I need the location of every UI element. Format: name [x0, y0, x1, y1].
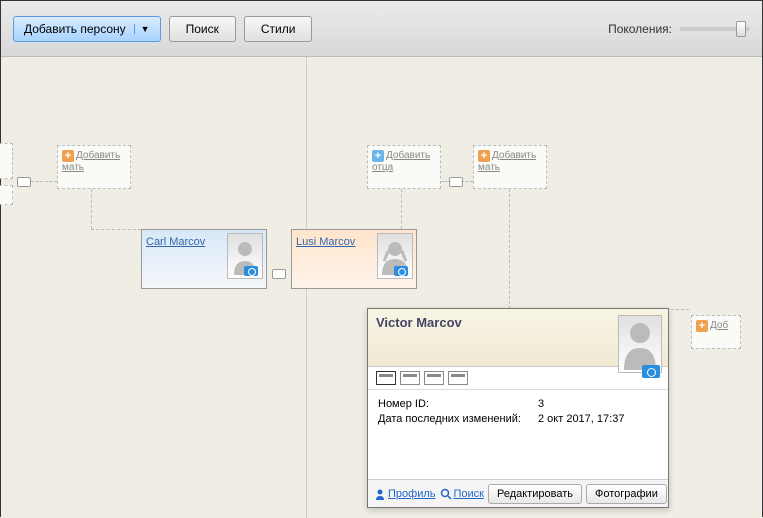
- connector: [31, 181, 57, 182]
- popup-person-name: Victor Marcov: [376, 315, 462, 330]
- person-name-link[interactable]: Lusi Marcov: [296, 236, 355, 248]
- styles-button[interactable]: Стили: [244, 16, 313, 42]
- join-node: [449, 177, 463, 187]
- connector: [461, 181, 473, 182]
- plus-icon: +: [62, 150, 74, 162]
- slider-thumb[interactable]: [736, 21, 746, 37]
- connector: [91, 189, 92, 229]
- connector: [401, 189, 402, 229]
- photos-button[interactable]: Фотографии: [586, 484, 667, 504]
- edge-placeholder: [0, 185, 13, 205]
- tab-events-icon[interactable]: [424, 371, 444, 385]
- toolbar: Добавить персону ▼ Поиск Стили Поколения…: [1, 1, 762, 57]
- tree-canvas[interactable]: +Добавить мать +Добавить отца +Добавить …: [1, 57, 762, 518]
- camera-icon[interactable]: [244, 266, 258, 276]
- dropdown-arrow-icon[interactable]: ▼: [134, 24, 150, 34]
- connector: [509, 189, 510, 309]
- person-silhouette-icon: [619, 316, 661, 370]
- search-link[interactable]: Поиск: [440, 488, 484, 500]
- edge-placeholder: [0, 143, 13, 179]
- edit-button[interactable]: Редактировать: [488, 484, 582, 504]
- add-mother-placeholder-2[interactable]: +Добавить мать: [473, 145, 547, 189]
- add-person-button[interactable]: Добавить персону ▼: [13, 16, 161, 42]
- popup-details: Номер ID: 3 Дата последних изменений: 2 …: [368, 390, 668, 436]
- id-value: 3: [538, 398, 544, 410]
- profile-link[interactable]: Профиль: [374, 488, 436, 500]
- tab-media-icon[interactable]: [400, 371, 420, 385]
- detail-row: Номер ID: 3: [378, 398, 658, 410]
- tab-details-icon[interactable]: [376, 371, 396, 385]
- person-popup: Victor Marcov Номер ID: 3 Дата последних…: [367, 308, 669, 508]
- add-link[interactable]: Доб: [710, 320, 728, 331]
- tab-notes-icon[interactable]: [448, 371, 468, 385]
- join-node: [17, 177, 31, 187]
- date-label: Дата последних изменений:: [378, 413, 538, 425]
- connector: [91, 229, 141, 230]
- popup-footer: Профиль Поиск Редактировать Фотографии: [368, 479, 668, 507]
- camera-icon[interactable]: [642, 365, 660, 378]
- id-label: Номер ID:: [378, 398, 538, 410]
- plus-icon: +: [372, 150, 384, 162]
- generations-slider[interactable]: [680, 27, 750, 31]
- search-label: Поиск: [454, 488, 484, 500]
- person-name-link[interactable]: Carl Marcov: [146, 236, 205, 248]
- magnifier-icon: [440, 488, 452, 500]
- generations-label: Поколения:: [608, 22, 672, 36]
- generations-control: Поколения:: [608, 22, 750, 36]
- add-person-label: Добавить персону: [24, 22, 126, 36]
- add-mother-placeholder[interactable]: +Добавить мать: [57, 145, 131, 189]
- date-value: 2 окт 2017, 17:37: [538, 413, 624, 425]
- detail-row: Дата последних изменений: 2 окт 2017, 17…: [378, 413, 658, 425]
- avatar: [377, 233, 413, 279]
- person-icon: [374, 488, 386, 500]
- connector: [441, 181, 451, 182]
- person-card-carl[interactable]: Carl Marcov: [141, 229, 267, 289]
- search-button[interactable]: Поиск: [169, 16, 236, 42]
- plus-icon: +: [696, 320, 708, 332]
- join-node: [272, 269, 286, 279]
- plus-icon: +: [478, 150, 490, 162]
- profile-label: Профиль: [388, 488, 436, 500]
- camera-icon[interactable]: [394, 266, 408, 276]
- person-card-lusi[interactable]: Lusi Marcov: [291, 229, 417, 289]
- add-father-placeholder[interactable]: +Добавить отца: [367, 145, 441, 189]
- popup-header: Victor Marcov: [368, 309, 668, 367]
- avatar: [227, 233, 263, 279]
- add-placeholder-edge[interactable]: +Доб: [691, 315, 741, 349]
